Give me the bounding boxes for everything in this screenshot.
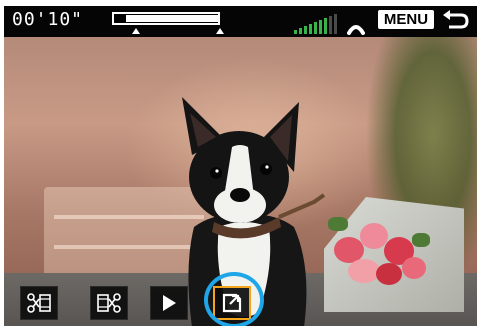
status-bar: 00'10" MENU bbox=[4, 6, 477, 37]
edit-progress-fill bbox=[126, 15, 218, 22]
signal-strength-icon bbox=[292, 14, 344, 34]
cut-beginning-icon bbox=[27, 293, 51, 313]
cut-beginning-button[interactable] bbox=[20, 286, 58, 320]
cut-end-icon bbox=[97, 293, 121, 313]
end-marker bbox=[216, 28, 224, 34]
movie-edit-screen: 00'10" MENU bbox=[4, 6, 477, 326]
save-highlight-ring bbox=[204, 272, 264, 326]
cut-end-button[interactable] bbox=[90, 286, 128, 320]
start-marker bbox=[132, 28, 140, 34]
edit-progress-bar bbox=[112, 12, 220, 25]
flower bbox=[360, 223, 388, 249]
wireless-arc-icon bbox=[347, 25, 365, 35]
play-icon bbox=[163, 295, 176, 311]
elapsed-time: 00'10" bbox=[12, 9, 84, 30]
menu-button[interactable]: MENU bbox=[378, 10, 434, 29]
leaf bbox=[328, 217, 348, 231]
leaf bbox=[412, 233, 430, 247]
play-button[interactable] bbox=[150, 286, 188, 320]
return-arrow-icon[interactable] bbox=[441, 10, 469, 30]
